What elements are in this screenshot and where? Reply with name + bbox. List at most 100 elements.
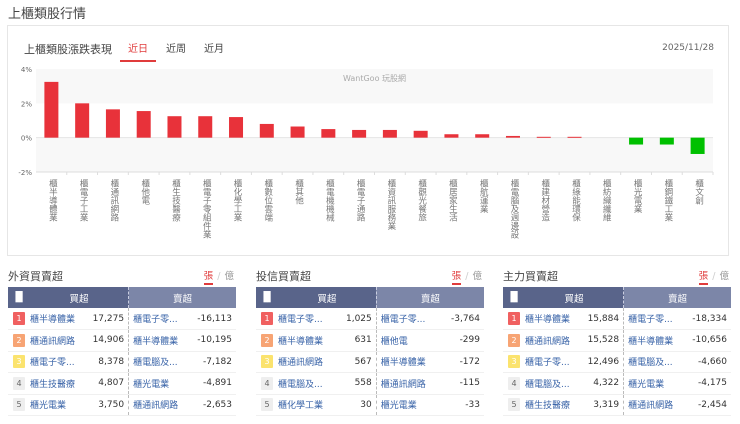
buy-value: 17,275 [84, 308, 129, 330]
sell-header: 賣超 [623, 287, 731, 308]
buy-sector-link[interactable]: 櫃電腦及... [278, 372, 337, 395]
table-row: 4 櫃電腦及... 558 櫃通訊網路 -115 [256, 372, 484, 395]
buy-sector-link[interactable]: 櫃光電業 [30, 394, 85, 416]
page-title: 上櫃類股行情 [8, 7, 87, 22]
rank-badge: 2 [508, 333, 520, 347]
buy-sector-link[interactable]: 櫃生技醫療 [525, 394, 580, 416]
y-tick-label: 4% [21, 66, 32, 74]
x-tick-label: 櫃電機機械 [324, 179, 335, 222]
chart-icon[interactable]: ▐▌ [8, 287, 30, 308]
sell-value: -2,454 [683, 394, 731, 416]
bar [167, 116, 182, 138]
buy-sector-link[interactable]: 櫃半導體業 [525, 308, 580, 330]
bar [505, 135, 520, 138]
buy-sector-link[interactable]: 櫃生技醫療 [30, 372, 85, 395]
panel-title: 投信買賣超 [256, 270, 311, 283]
x-tick-label: 櫃半導體業 [47, 179, 58, 222]
sell-sector-link[interactable]: 櫃電子零... [623, 308, 684, 330]
buy-value: 3,319 [579, 394, 624, 416]
rank-badge: 1 [261, 312, 273, 325]
buy-sector-link[interactable]: 櫃半導體業 [30, 308, 85, 330]
rank-badge: 5 [261, 398, 273, 412]
unit-amount[interactable]: 億 [719, 271, 729, 282]
sell-sector-link[interactable]: 櫃通訊網路 [128, 394, 189, 416]
x-tick-label: 櫃電子零組件業 [201, 179, 212, 239]
table-row: 5 櫃生技醫療 3,319 櫃通訊網路 -2,454 [503, 394, 731, 416]
buy-sector-link[interactable]: 櫃化學工業 [278, 394, 337, 416]
unit-amount[interactable]: 億 [224, 271, 234, 282]
buy-header: 買超 [30, 287, 129, 308]
table-row: 2 櫃半導體業 631 櫃他電 -299 [256, 329, 484, 352]
sell-value: -10,195 [188, 329, 236, 352]
sell-sector-link[interactable]: 櫃電腦及... [623, 351, 684, 373]
buy-sector-link[interactable]: 櫃電子零... [278, 308, 337, 330]
buy-value: 12,496 [579, 351, 624, 373]
ranking-table: ▐▌ 買超 賣超 1 櫃電子零... 1,025 櫃電子零... -3,764 2 櫃半導體… [256, 287, 484, 416]
sell-value: -2,653 [188, 394, 236, 416]
bar [105, 109, 120, 138]
sell-sector-link[interactable]: 櫃通訊網路 [375, 372, 441, 395]
buy-value: 1,025 [336, 308, 377, 330]
sell-sector-link[interactable]: 櫃他電 [375, 329, 441, 352]
sell-sector-link[interactable]: 櫃光電業 [623, 372, 684, 395]
sell-sector-link[interactable]: 櫃電腦及... [128, 351, 189, 373]
bar [290, 126, 305, 138]
sell-value: -16,113 [188, 308, 236, 330]
sell-sector-link[interactable]: 櫃電子零... [375, 308, 441, 330]
bar [136, 111, 151, 138]
bar-chart: WantGoo 玩股網 4% 2% 0% -2% [18, 66, 714, 177]
bar [321, 129, 336, 138]
buy-sector-link[interactable]: 櫃電子零... [525, 351, 580, 373]
unit-shares[interactable]: 張 [698, 271, 709, 285]
x-tick-label: 櫃化學工業 [232, 179, 243, 222]
sell-sector-link[interactable]: 櫃半導體業 [375, 351, 441, 373]
table-row: 3 櫃通訊網路 567 櫃半導體業 -172 [256, 351, 484, 373]
buy-value: 3,750 [84, 394, 129, 416]
sell-sector-link[interactable]: 櫃通訊網路 [623, 394, 684, 416]
x-tick-label: 櫃觀光餐旅 [416, 179, 427, 222]
table-row: 4 櫃電腦及... 4,322 櫃光電業 -4,175 [503, 372, 731, 395]
buy-value: 8,378 [84, 351, 129, 373]
x-tick-label: 櫃其他 [293, 179, 304, 205]
buy-value: 567 [336, 351, 377, 373]
sell-value: -4,660 [683, 351, 731, 373]
sell-sector-link[interactable]: 櫃光電業 [375, 394, 441, 416]
buy-sector-link[interactable]: 櫃通訊網路 [525, 329, 580, 352]
buy-value: 30 [336, 394, 377, 416]
rank-badge: 5 [508, 398, 520, 412]
unit-amount[interactable]: 億 [472, 271, 482, 282]
buy-sector-link[interactable]: 櫃電腦及... [525, 372, 580, 395]
bar [229, 117, 244, 138]
unit-separator: / [465, 271, 469, 282]
unit-shares[interactable]: 張 [203, 271, 214, 285]
bar [629, 137, 644, 145]
bar [44, 81, 59, 138]
buy-sector-link[interactable]: 櫃通訊網路 [30, 329, 85, 352]
y-tick-label: 2% [21, 100, 32, 108]
chart-icon[interactable]: ▐▌ [503, 287, 525, 308]
sell-sector-link[interactable]: 櫃半導體業 [623, 329, 684, 352]
buy-sector-link[interactable]: 櫃半導體業 [278, 329, 337, 352]
x-tick-label: 櫃電子工業 [78, 179, 89, 222]
buy-value: 631 [336, 329, 377, 352]
rank-badge: 4 [261, 376, 273, 390]
chart-icon[interactable]: ▐▌ [256, 287, 278, 308]
unit-toggle: 張 / 億 [203, 268, 234, 285]
buy-sector-link[interactable]: 櫃電子零... [30, 351, 85, 373]
bar [690, 137, 705, 154]
panel-title: 外資買賣超 [8, 270, 63, 283]
table-row: 2 櫃通訊網路 15,528 櫃半導體業 -10,656 [503, 329, 731, 352]
sell-sector-link[interactable]: 櫃電子零... [128, 308, 189, 330]
x-tick-label: 櫃建材營造 [539, 179, 550, 222]
y-tick-label: -2% [18, 169, 32, 177]
unit-shares[interactable]: 張 [451, 271, 462, 285]
bar [659, 137, 674, 145]
x-tick-label: 櫃居家生活 [447, 179, 458, 222]
sell-sector-link[interactable]: 櫃光電業 [128, 372, 189, 395]
sell-value: -172 [440, 351, 484, 373]
buy-sector-link[interactable]: 櫃通訊網路 [278, 351, 337, 373]
x-tick-label: 櫃航運業 [478, 179, 489, 213]
sell-value: -33 [440, 394, 484, 416]
sell-sector-link[interactable]: 櫃半導體業 [128, 329, 189, 352]
sell-value: -299 [440, 329, 484, 352]
